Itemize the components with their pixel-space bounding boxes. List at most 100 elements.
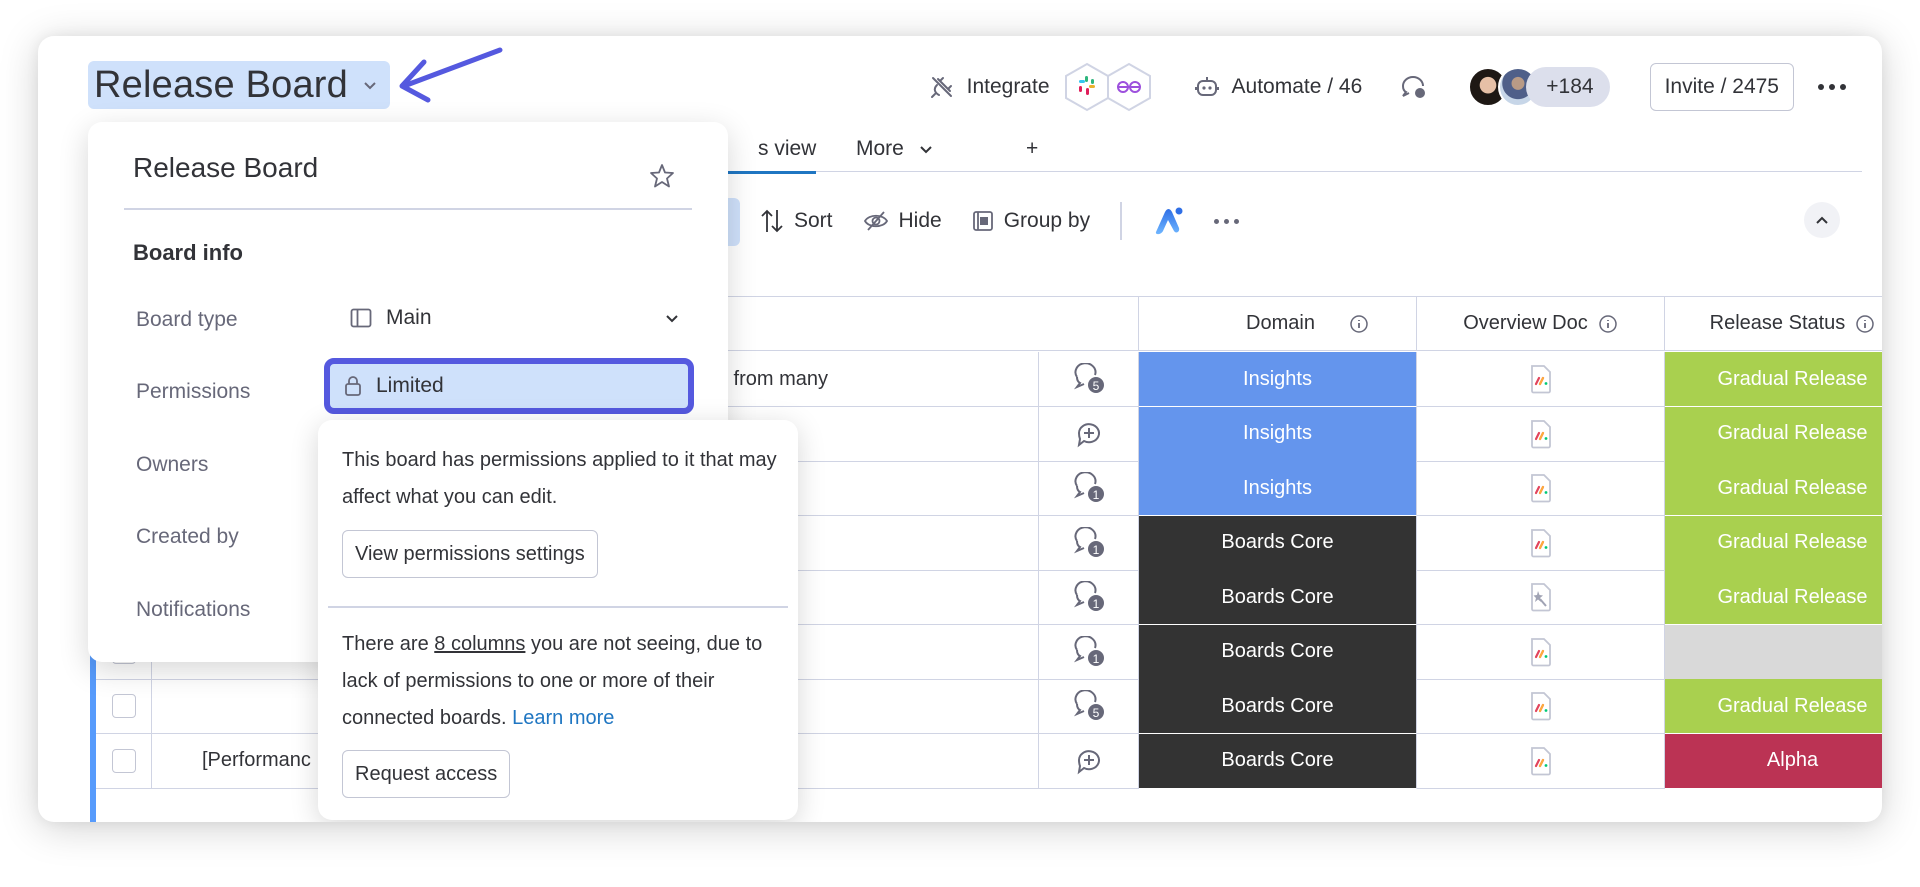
release-status-cell[interactable]: Gradual Release [1665,461,1882,516]
updates-cell[interactable]: 1 [1039,515,1139,571]
info-icon[interactable] [1855,314,1875,334]
domain-cell[interactable]: Boards Core [1139,679,1417,734]
updates-cell[interactable]: 1 [1039,461,1139,516]
domain-label: Insights [1243,476,1312,499]
updates-cell[interactable] [1039,406,1139,462]
column-header-release-status[interactable]: Release Status [1665,296,1882,351]
release-status-cell[interactable]: Gradual Release [1665,352,1882,407]
svg-text:1: 1 [1092,488,1099,502]
info-icon[interactable] [1349,314,1369,334]
release-status-cell[interactable]: Gradual Release [1665,679,1882,734]
domain-cell[interactable]: Boards Core [1139,515,1417,571]
updates-feed-icon[interactable] [1398,72,1428,102]
table-row[interactable]: 5 Boards Core Gradual Release [38,679,1882,734]
updates-count-icon[interactable]: 5 [1072,363,1106,395]
tab-main-view[interactable]: s view [717,126,817,174]
release-status-cell[interactable]: Gradual Release [1665,406,1882,462]
updates-count-icon[interactable]: 1 [1072,472,1106,504]
domain-cell[interactable]: Boards Core [1139,570,1417,625]
magic-doc-icon[interactable] [1529,582,1553,612]
svg-text:1: 1 [1092,597,1099,611]
updates-count-icon[interactable]: 1 [1072,635,1106,668]
permissions-field[interactable]: Limited [324,358,694,414]
board-title: Release Board [94,63,348,106]
group-by-button[interactable]: Group by [972,209,1090,233]
release-status-cell[interactable]: Alpha [1665,733,1882,789]
column-header-overview-doc[interactable]: Overview Doc [1417,296,1665,351]
monday-doc-icon[interactable] [1529,691,1553,721]
table-row[interactable]: [Performanc Boards Core Alpha [38,733,1882,789]
updates-cell[interactable]: 1 [1039,570,1139,625]
overview-doc-cell[interactable] [1417,406,1665,462]
monday-doc-icon[interactable] [1529,746,1553,776]
updates-cell[interactable]: 1 [1039,624,1139,680]
invite-button[interactable]: Invite / 2475 [1649,63,1794,111]
star-favorite-icon[interactable] [648,162,676,190]
sort-icon [761,209,783,233]
domain-cell[interactable]: Insights [1139,461,1417,516]
view-tabs: s view More + [638,126,1862,174]
owners-label: Owners [136,453,209,476]
monday-doc-icon[interactable] [1529,364,1553,394]
release-status-cell[interactable]: Gradual Release [1665,515,1882,571]
overview-doc-cell[interactable] [1417,679,1665,734]
more-options-icon[interactable] [1818,84,1846,90]
updates-cell[interactable]: 5 [1039,679,1139,734]
monday-doc-icon[interactable] [1529,419,1553,449]
sort-button[interactable]: Sort [760,208,833,234]
add-update-icon[interactable] [1074,419,1104,449]
learn-more-link[interactable]: Learn more [512,707,614,729]
view-permissions-settings-button[interactable]: View permissions settings [342,530,598,578]
hide-button[interactable]: Hide [863,209,942,233]
header-actions: Integrate Automate / 46 +184 Invite / 24… [929,62,1882,112]
automate-button[interactable]: Automate / 46 [1194,74,1362,100]
overview-doc-cell[interactable] [1417,515,1665,571]
release-status-cell[interactable] [1665,624,1882,680]
hidden-columns-link[interactable]: 8 columns [434,633,525,655]
monday-doc-icon[interactable] [1529,473,1553,503]
info-icon[interactable] [1598,314,1618,334]
overview-doc-cell[interactable] [1417,570,1665,625]
add-view-button[interactable]: + [1026,126,1038,172]
updates-count-icon[interactable]: 1 [1072,526,1106,559]
overview-doc-cell[interactable] [1417,733,1665,789]
overview-doc-cell[interactable] [1417,461,1665,516]
release-status-label: Gradual Release [1717,585,1868,608]
domain-cell[interactable]: Boards Core [1139,733,1417,789]
board-members[interactable]: +184 [1468,67,1610,107]
board-title-button[interactable]: Release Board [88,61,390,109]
board-type-label: Board type [136,308,238,331]
members-overflow-count[interactable]: +184 [1526,67,1610,107]
release-status-cell[interactable]: Gradual Release [1665,570,1882,625]
row-checkbox[interactable] [111,748,136,773]
overview-doc-cell[interactable] [1417,352,1665,407]
domain-cell[interactable]: Insights [1139,406,1417,462]
overview-doc-cell[interactable] [1417,624,1665,680]
release-status-label: Gradual Release [1717,422,1868,444]
column-header-domain[interactable]: Domain [1139,296,1417,351]
tab-more[interactable]: More [856,126,934,172]
updates-count-icon[interactable]: 1 [1072,581,1106,613]
monday-doc-icon[interactable] [1529,637,1553,667]
svg-text:5: 5 [1092,379,1099,393]
domain-label: Boards Core [1221,531,1334,553]
monday-doc-icon[interactable] [1529,528,1553,558]
domain-cell[interactable]: Boards Core [1139,624,1417,680]
ai-assistant-icon[interactable] [1152,206,1184,236]
tab-label: s view [758,137,817,160]
collapse-header-button[interactable] [1804,202,1840,238]
row-checkbox[interactable] [111,694,136,718]
release-status-label: Gradual Release [1717,476,1868,499]
updates-cell[interactable]: 5 [1039,352,1139,407]
updates-cell[interactable] [1039,733,1139,789]
request-access-button[interactable]: Request access [342,750,511,798]
add-update-icon[interactable] [1074,746,1104,776]
board-type-select[interactable]: Main [350,306,680,330]
toolbar-more-icon[interactable] [1213,218,1239,224]
svg-text:1: 1 [1092,652,1099,666]
domain-cell[interactable]: Insights [1139,352,1417,407]
integrate-button[interactable]: Integrate [929,62,1152,112]
release-status-label: Gradual Release [1717,367,1868,390]
updates-count-icon[interactable]: 5 [1072,690,1106,722]
slack-icon [1064,62,1109,112]
